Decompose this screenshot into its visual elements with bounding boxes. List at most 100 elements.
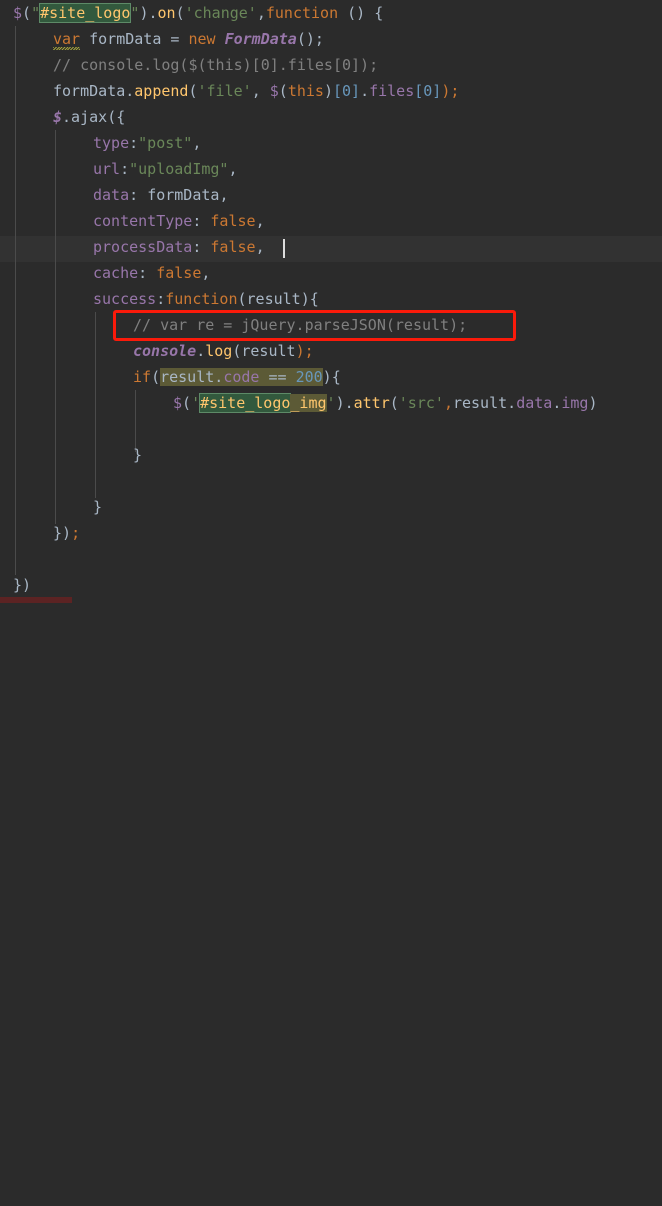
comma: , [255,238,265,256]
paren-open-2: ( [389,394,399,412]
property-img: img [561,394,589,412]
selection-code[interactable]: code [223,368,260,386]
code-line-21[interactable]: }); [53,520,80,546]
global-console: console [133,342,197,360]
code-line-16[interactable]: $('#site_logo_img').attr('src',result.da… [173,390,597,416]
object-result: result [452,394,508,412]
paren-open: ( [182,394,192,412]
colon: : [192,212,211,230]
comma: , [255,212,265,230]
comma: , [219,186,229,204]
bottom-error-marker-bar [0,597,72,603]
code-line-23[interactable]: }) [13,572,31,598]
code-line-20[interactable]: } [93,494,102,520]
method-attr: attr [353,394,390,412]
code-line-4[interactable]: formData.append('file', $(this)[0].files… [53,78,459,104]
code-line-11[interactable]: cache: false, [93,260,210,286]
code-line-15[interactable]: if(result.code == 200){ [133,364,341,390]
option-key-success: success [93,290,157,308]
search-match-site-logo[interactable]: #site_logo [200,394,291,412]
class-formdata: FormData [224,30,297,48]
paren-close: ) [323,82,333,100]
code-line-5[interactable]: $.ajax({ [53,104,125,130]
brace-paren-close: }) [53,524,72,542]
option-key-data: data [93,186,130,204]
code-line-1[interactable]: $("#site_logo").on('change',function () … [13,0,383,26]
dot-2: . [360,82,370,100]
keyword-function: function [265,4,339,22]
quote-open: " [31,4,41,22]
colon: : [138,264,157,282]
option-value-false: false [210,212,256,230]
code-line-18[interactable]: } [133,442,142,468]
paren-close-dot: ). [139,4,158,22]
brace-open: { [331,368,341,386]
colon: : [156,290,166,308]
line4-tail: ); [441,82,460,100]
quote-open: ' [191,394,201,412]
dot: . [125,82,135,100]
brace-paren-close: }) [13,576,32,594]
arg-result: result [241,342,296,360]
line14-tail: ); [295,342,314,360]
colon: : [120,160,130,178]
brace-close: } [133,446,143,464]
option-value-post: "post" [138,134,193,152]
index-zero-2: [0] [414,82,442,100]
method-ajax: .ajax [62,108,108,126]
selection-number-200[interactable]: 200 [295,368,323,386]
line1-tail: () { [338,4,384,22]
variable-formdata-ref: formData [53,82,126,100]
selection-result[interactable]: result [160,368,215,386]
dot: . [196,342,206,360]
dot: . [344,394,354,412]
quote-close: ' [326,394,336,412]
method-append: append [134,82,189,100]
paren-close: ) [322,368,332,386]
keyword-this: this [287,82,324,100]
property-data: data [516,394,553,412]
keyword-var: var [53,30,81,48]
code-line-6[interactable]: type:"post", [93,130,201,156]
code-line-14[interactable]: console.log(result); [133,338,314,364]
comment-parsejson: // var re = jQuery.parseJSON(result); [133,316,468,334]
code-line-8[interactable]: data: formData, [93,182,228,208]
selection-img-suffix[interactable]: _img [290,394,327,412]
indent-guide-level-2 [55,130,56,524]
brace-open: { [309,290,319,308]
comma: , [251,82,270,100]
paren-open: ( [22,4,32,22]
comma: , [443,394,453,412]
line2-tail: (); [296,30,324,48]
option-value-formdata: formData [147,186,220,204]
keyword-function: function [165,290,238,308]
search-match-site-logo[interactable]: #site_logo [40,4,131,22]
colon: : [192,238,211,256]
paren-open: ( [151,368,161,386]
code-line-12[interactable]: success:function(result){ [93,286,319,312]
code-line-10[interactable]: processData: false, [93,234,265,260]
dot-3: . [552,394,562,412]
colon: : [129,134,139,152]
code-line-9[interactable]: contentType: false, [93,208,265,234]
code-line-3[interactable]: // console.log($(this)[0].files[0]); [53,52,378,78]
selection-dot[interactable]: . [214,368,224,386]
indent-guide-level-3 [95,312,96,498]
code-editor[interactable]: $("#site_logo").on('change',function () … [0,0,662,603]
brace-close: } [93,498,103,516]
code-line-2[interactable]: var formData = new FormData(); [53,26,324,52]
assign-operator: = [170,30,189,48]
code-line-7[interactable]: url:"uploadImg", [93,156,238,182]
selection-operator[interactable]: == [259,368,296,386]
option-key-contenttype: contentType [93,212,193,230]
jquery-dollar: $ [13,4,23,22]
comma: , [228,160,238,178]
option-value-false: false [156,264,202,282]
string-change: 'change' [184,4,257,22]
indent-guide-level-1 [15,26,16,575]
code-line-13[interactable]: // var re = jQuery.parseJSON(result); [133,312,467,338]
option-key-url: url [93,160,121,178]
option-key-type: type [93,134,130,152]
index-zero: [0] [332,82,361,100]
text-caret [283,239,285,258]
